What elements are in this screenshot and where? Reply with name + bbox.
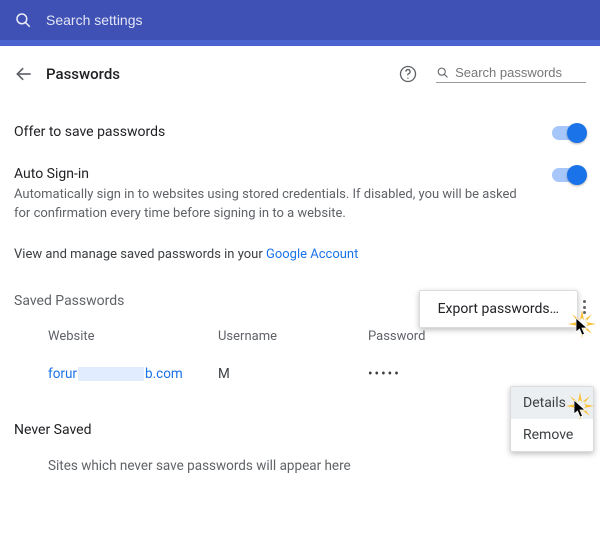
auto-signin-label: Auto Sign-in [14, 166, 522, 182]
never-saved-empty: Sites which never save passwords will ap… [14, 458, 586, 474]
website-prefix: forur [48, 366, 77, 382]
redacted-block [230, 367, 270, 381]
username-cell: M [218, 366, 368, 382]
never-saved-heading: Never Saved [14, 422, 586, 438]
search-icon [14, 11, 32, 29]
more-options-icon[interactable] [583, 300, 586, 314]
context-menu-details[interactable]: Details [511, 387, 593, 419]
password-search-field[interactable] [436, 65, 586, 83]
col-username: Username [218, 329, 368, 344]
auto-signin-toggle[interactable] [552, 168, 586, 182]
help-icon[interactable] [398, 64, 418, 84]
saved-passwords-columns: Website Username Password [14, 329, 586, 344]
website-cell[interactable]: forur b.com [48, 366, 218, 382]
export-passwords-menu-item[interactable]: Export passwords… [419, 290, 578, 328]
offer-save-label: Offer to save passwords [14, 124, 522, 140]
back-arrow-icon[interactable] [14, 64, 34, 84]
context-menu-remove[interactable]: Remove [511, 419, 593, 451]
page-title: Passwords [46, 65, 120, 83]
table-row[interactable]: forur b.com M ••••• [14, 366, 586, 382]
password-cell: ••••• [368, 366, 586, 382]
col-website: Website [48, 329, 218, 344]
website-suffix: b.com [145, 366, 183, 382]
settings-topbar [0, 0, 600, 40]
password-search-input[interactable] [455, 65, 586, 80]
redacted-block [78, 367, 144, 381]
account-line-prefix: View and manage saved passwords in your [14, 247, 266, 262]
google-account-link[interactable]: Google Account [266, 247, 358, 262]
offer-save-toggle[interactable] [552, 126, 586, 140]
password-row-context-menu: Details Remove [510, 386, 594, 452]
username-prefix: M [218, 366, 230, 382]
settings-search-input[interactable] [46, 12, 346, 28]
auto-signin-description: Automatically sign in to websites using … [14, 186, 522, 224]
col-password: Password [368, 329, 586, 344]
